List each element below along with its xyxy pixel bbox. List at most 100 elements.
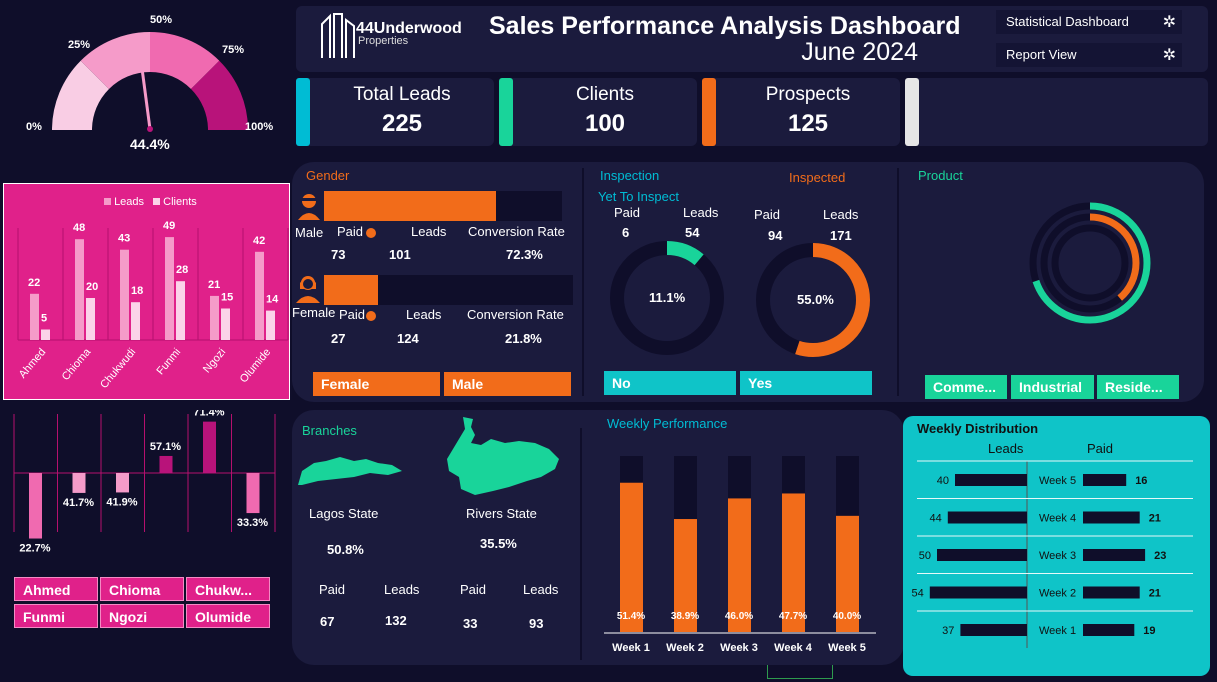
gauge-tick-75: 75% xyxy=(222,44,245,56)
rate-bar xyxy=(72,473,86,493)
week-label: Week 2 xyxy=(1039,588,1076,600)
slicer-agent-ahmed[interactable]: Ahmed xyxy=(14,577,98,601)
slicer-agent-ngozi[interactable]: Ngozi xyxy=(100,604,184,628)
branch-lagos-paid: 67 xyxy=(320,614,335,629)
week-label: Week 5 xyxy=(828,642,866,654)
week-label: Week 2 xyxy=(666,642,704,654)
agent-name-label: Chioma xyxy=(60,346,94,383)
agents-rate-panel: 22.7% 41.7% 41.9% 57.1% 71.4% 33.3% xyxy=(0,407,295,560)
yet-paid: 6 xyxy=(622,225,630,240)
slicer-product-commercial[interactable]: Comme... xyxy=(925,375,1007,399)
divider xyxy=(580,428,582,660)
paid-value: 21 xyxy=(1149,588,1161,600)
slicer-product-industrial[interactable]: Industrial xyxy=(1011,375,1094,399)
paid-bar xyxy=(1083,624,1135,636)
kpi-label: Prospects xyxy=(765,84,851,105)
leads-value: 50 xyxy=(919,550,931,562)
paid-value: 16 xyxy=(1135,475,1147,487)
paid-bar xyxy=(1083,586,1140,599)
leads-value: 54 xyxy=(912,588,924,600)
leads-bar xyxy=(937,549,1027,561)
network-icon: ✲ xyxy=(1162,14,1176,31)
female-label: Female xyxy=(292,305,336,320)
male-leads: 101 xyxy=(389,247,411,262)
gauge-tick-0: 0% xyxy=(26,121,42,133)
clients-label: 5 xyxy=(41,313,47,325)
paid-value: 21 xyxy=(1149,513,1161,525)
rate-label: 33.3% xyxy=(237,517,268,529)
bar-label: 40.0% xyxy=(833,611,861,622)
logo-icon xyxy=(321,13,355,58)
week-label: Week 5 xyxy=(1039,475,1076,487)
weekly-performance-chart: 51.4% Week 1 38.9% Week 2 46.0% Week 3 47.7% We… xyxy=(604,456,876,654)
agent-name-label: Funmi xyxy=(154,346,183,377)
page-subtitle: June 2024 xyxy=(801,38,918,66)
branch-lagos-pct: 50.8% xyxy=(327,542,364,557)
paid-value: 23 xyxy=(1154,550,1166,562)
branch-rivers-leads: 93 xyxy=(529,616,544,631)
rate-label: 41.9% xyxy=(106,496,137,508)
slicer-gender-female[interactable]: Female xyxy=(313,372,440,396)
paid-bar xyxy=(1083,474,1127,486)
clients-label: 15 xyxy=(221,292,233,304)
clients-label: 20 xyxy=(86,281,98,293)
done-paid-label: Paid xyxy=(754,207,781,222)
kpi-value: 225 xyxy=(381,110,423,137)
divider xyxy=(582,168,584,396)
agents-bar-svg: 22 5 Ahmed 48 20 Chioma 43 18 Chukwudi 49 28 Funmi 2… xyxy=(17,220,289,391)
week-label: Week 4 xyxy=(774,642,813,654)
branches-title: Branches xyxy=(302,423,357,438)
slicer-gender-male[interactable]: Male xyxy=(444,372,571,396)
slicer-agent-chioma[interactable]: Chioma xyxy=(100,577,184,601)
nav-label: Report View xyxy=(1006,47,1077,62)
branch-lagos-leads-label: Leads xyxy=(384,582,420,597)
leads-label: 49 xyxy=(163,220,175,232)
slicer-inspected-no[interactable]: No xyxy=(604,371,736,395)
female-conv-label: Conversion Rate xyxy=(467,307,564,322)
slicer-product-residential[interactable]: Reside... xyxy=(1097,375,1179,399)
bar-leads xyxy=(210,295,219,340)
leads-bar xyxy=(947,511,1027,524)
done-pct: 55.0% xyxy=(797,292,834,307)
agent-name-label: Ngozi xyxy=(201,346,228,375)
male-paid: 73 xyxy=(331,247,346,262)
slicer-inspected-yes[interactable]: Yes xyxy=(740,371,872,395)
kpi-label: Total Leads xyxy=(353,84,451,105)
network-icon: ✲ xyxy=(1162,47,1176,64)
leads-label: 22 xyxy=(28,277,40,289)
gauge-tick-100: 100% xyxy=(245,121,274,133)
paid-value: 19 xyxy=(1143,625,1155,637)
done-paid: 94 xyxy=(768,228,783,243)
agent-name-label: Ahmed xyxy=(17,346,49,380)
week-label: Week 4 xyxy=(1039,513,1076,525)
bar-label: 47.7% xyxy=(779,611,807,622)
inspected-title: Inspected xyxy=(789,170,846,185)
slicer-agent-olumide[interactable]: Olumide xyxy=(186,604,270,628)
leads-label: 43 xyxy=(118,233,130,245)
agents-rate-svg: 22.7% 41.7% 41.9% 57.1% 71.4% 33.3% xyxy=(13,407,276,555)
kpi-clients: Clients 100 xyxy=(499,78,697,146)
slicer-agent-funmi[interactable]: Funmi xyxy=(14,604,98,628)
yet-pct: 11.1% xyxy=(649,290,686,305)
kpi-blank xyxy=(905,78,1208,146)
rate-bar xyxy=(29,473,42,539)
male-leads-label: Leads xyxy=(411,224,447,239)
female-paid-label: Paid xyxy=(339,307,366,322)
rate-label: 57.1% xyxy=(150,441,181,453)
nav-statistical-dashboard-button[interactable]: Statistical Dashboard ✲ xyxy=(996,10,1182,34)
weekly-distribution-panel: Weekly Distribution Leads Paid 40 Week 51… xyxy=(903,416,1210,676)
bar-clients xyxy=(176,281,185,340)
slicer-agent-chukwudi[interactable]: Chukw... xyxy=(186,577,270,601)
leads-label: 48 xyxy=(73,222,85,234)
bar-leads xyxy=(75,239,84,340)
bar-leads xyxy=(30,293,39,340)
bar-value xyxy=(620,482,643,632)
dot-icon xyxy=(366,311,376,321)
logo-subtext: Properties xyxy=(358,35,409,47)
male-label: Male xyxy=(295,225,324,240)
female-conv: 21.8% xyxy=(505,331,542,346)
bar-clients xyxy=(221,308,230,340)
week-label: Week 1 xyxy=(612,642,650,654)
branch-rivers-paid-label: Paid xyxy=(460,582,487,597)
nav-report-view-button[interactable]: Report View ✲ xyxy=(996,43,1182,67)
